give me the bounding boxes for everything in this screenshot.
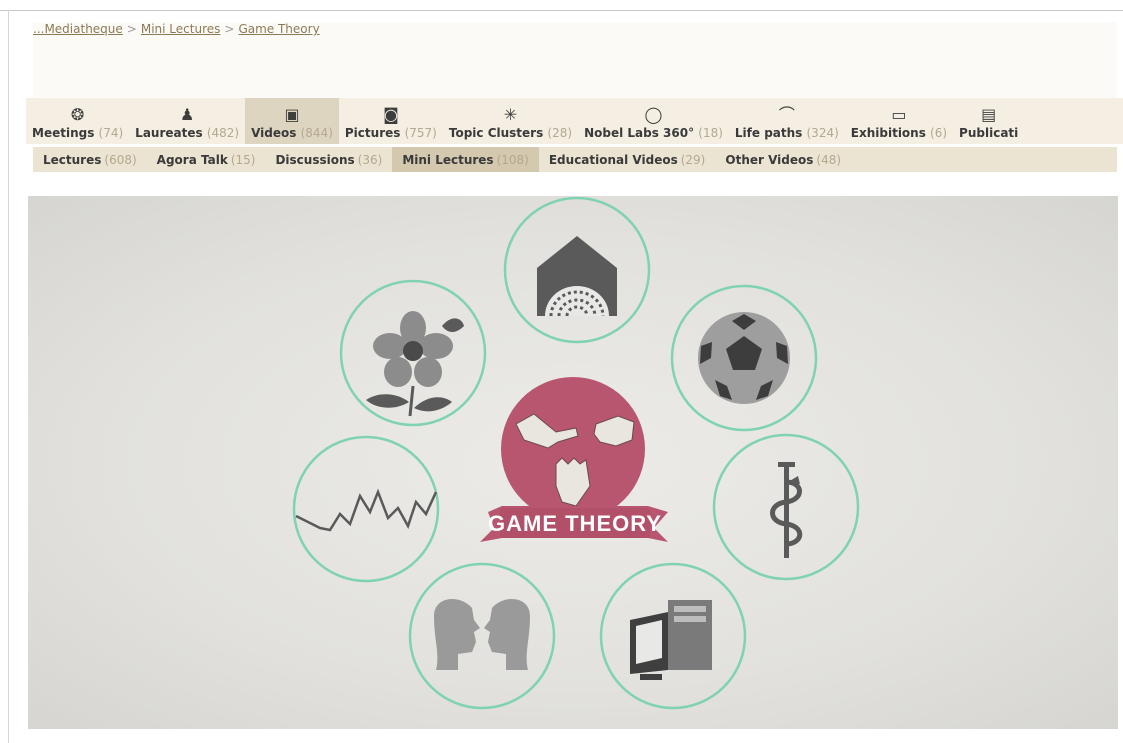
video-player[interactable]: GAME THEORY [28,196,1118,729]
subtab-count: (36) [357,152,383,167]
nav-tab-count: (757) [404,126,437,140]
path-icon: ⌒ [778,105,795,124]
stock-chart-icon [292,435,440,583]
nav-tab-text: Meetings [32,126,95,140]
breadcrumb-mediatheque-link[interactable]: ...Mediatheque [33,22,123,36]
nav-tab-text: Life paths [734,126,803,140]
nav-tab-meetings[interactable]: ❂ Meetings (74) [26,98,129,144]
subtab-label: Other Videos [725,152,814,167]
nav-tab-text: Topic Clusters [448,126,544,140]
subtab-lectures[interactable]: Lectures (608) [33,147,147,172]
two-heads-icon [408,562,556,710]
nav-tab-text: Nobel Labs 360° [584,126,695,140]
caduceus-icon [712,433,860,581]
subtab-label: Mini Lectures [402,152,494,167]
nav-tab-label: Publicati [959,126,1018,140]
nav-tab-videos[interactable]: ▣ Videos (844) [245,98,339,144]
header-area [33,36,1117,98]
subtab-count: (15) [230,152,256,167]
nav-tab-label: Pictures (757) [345,126,437,140]
nav-tab-label: Videos (844) [251,126,333,140]
subtab-other-videos[interactable]: Other Videos (48) [715,147,851,172]
meetings-icon: ❂ [70,105,85,124]
nav-tab-text: Videos [251,126,297,140]
nav-tab-label: Meetings (74) [32,126,123,140]
camera-icon: ◙ [383,105,399,124]
nav-tab-count: (324) [806,126,839,140]
nav-tab-life-paths[interactable]: ⌒ Life paths (324) [729,98,845,144]
tv-icon: ▣ [284,105,300,124]
nav-tab-nobel-labs-360[interactable]: ◯ Nobel Labs 360° (18) [578,98,729,144]
nav-tab-exhibitions[interactable]: ▭ Exhibitions (6) [845,98,953,144]
breadcrumb-game-theory-link[interactable]: Game Theory [238,22,319,36]
nav-tab-text: Publicati [959,126,1019,140]
main-navigation: ❂ Meetings (74) ♟ Laureates (482) ▣ Videos (8… [26,98,1123,144]
computer-icon [599,562,747,710]
nav-tab-count: (482) [206,126,240,140]
subtab-count: (29) [680,152,706,167]
nav-tab-count: (6) [930,126,948,140]
breadcrumb: ...Mediatheque > Mini Lectures > Game Theory [33,22,1117,36]
nav-tab-count: (74) [98,126,124,140]
flower-icon [339,279,487,427]
subtab-label: Agora Talk [156,152,228,167]
soccer-ball-icon [670,284,818,432]
cluster-icon: ✳ [503,105,518,124]
window-top-border [0,0,1123,11]
nav-tab-count: (28) [547,126,573,140]
nav-tab-label: Exhibitions (6) [851,126,947,140]
parliament-icon [503,196,651,344]
exhibition-icon: ▭ [891,105,907,124]
panorama-icon: ◯ [644,105,663,124]
subtab-count: (108) [496,152,529,167]
nav-tab-label: Laureates (482) [135,126,239,140]
video-frame: GAME THEORY [292,196,860,710]
subtab-agora-talk[interactable]: Agora Talk (15) [147,147,266,172]
nav-tab-count: (844) [300,126,333,140]
breadcrumb-separator: > [126,22,137,36]
nav-tab-text: Pictures [344,126,401,140]
banner-title: GAME THEORY [488,511,662,536]
nav-tab-count: (18) [698,126,723,140]
subtab-label: Educational Videos [548,152,678,167]
subtab-count: (48) [816,152,842,167]
window-left-border [8,10,9,743]
nav-tab-laureates[interactable]: ♟ Laureates (482) [129,98,245,144]
game-theory-emblem: GAME THEORY [480,377,668,542]
nav-tab-label: Life paths (324) [735,126,839,140]
subtab-educational-videos[interactable]: Educational Videos (29) [539,147,716,172]
nav-tab-text: Laureates [135,126,203,140]
nav-tab-text: Exhibitions [850,126,926,140]
book-icon: ▤ [981,105,997,124]
subtab-count: (608) [104,152,137,167]
nav-tab-label: Nobel Labs 360° (18) [584,126,723,140]
breadcrumb-separator: > [224,22,235,36]
subtab-label: Lectures [43,152,102,167]
nav-tab-publicati[interactable]: ▤ Publicati [953,98,1024,144]
subtab-label: Discussions [275,152,355,167]
nav-tab-pictures[interactable]: ◙ Pictures (757) [339,98,443,144]
subtab-mini-lectures[interactable]: Mini Lectures (108) [392,147,539,172]
nav-tab-label: Topic Clusters (28) [449,126,572,140]
person-icon: ♟ [179,105,195,124]
breadcrumb-mini-lectures-link[interactable]: Mini Lectures [141,22,221,36]
subtab-discussions[interactable]: Discussions (36) [265,147,392,172]
nav-tab-topic-clusters[interactable]: ✳ Topic Clusters (28) [443,98,578,144]
video-category-tabs: Lectures (608) Agora Talk (15) Discussions (3… [33,147,1117,172]
